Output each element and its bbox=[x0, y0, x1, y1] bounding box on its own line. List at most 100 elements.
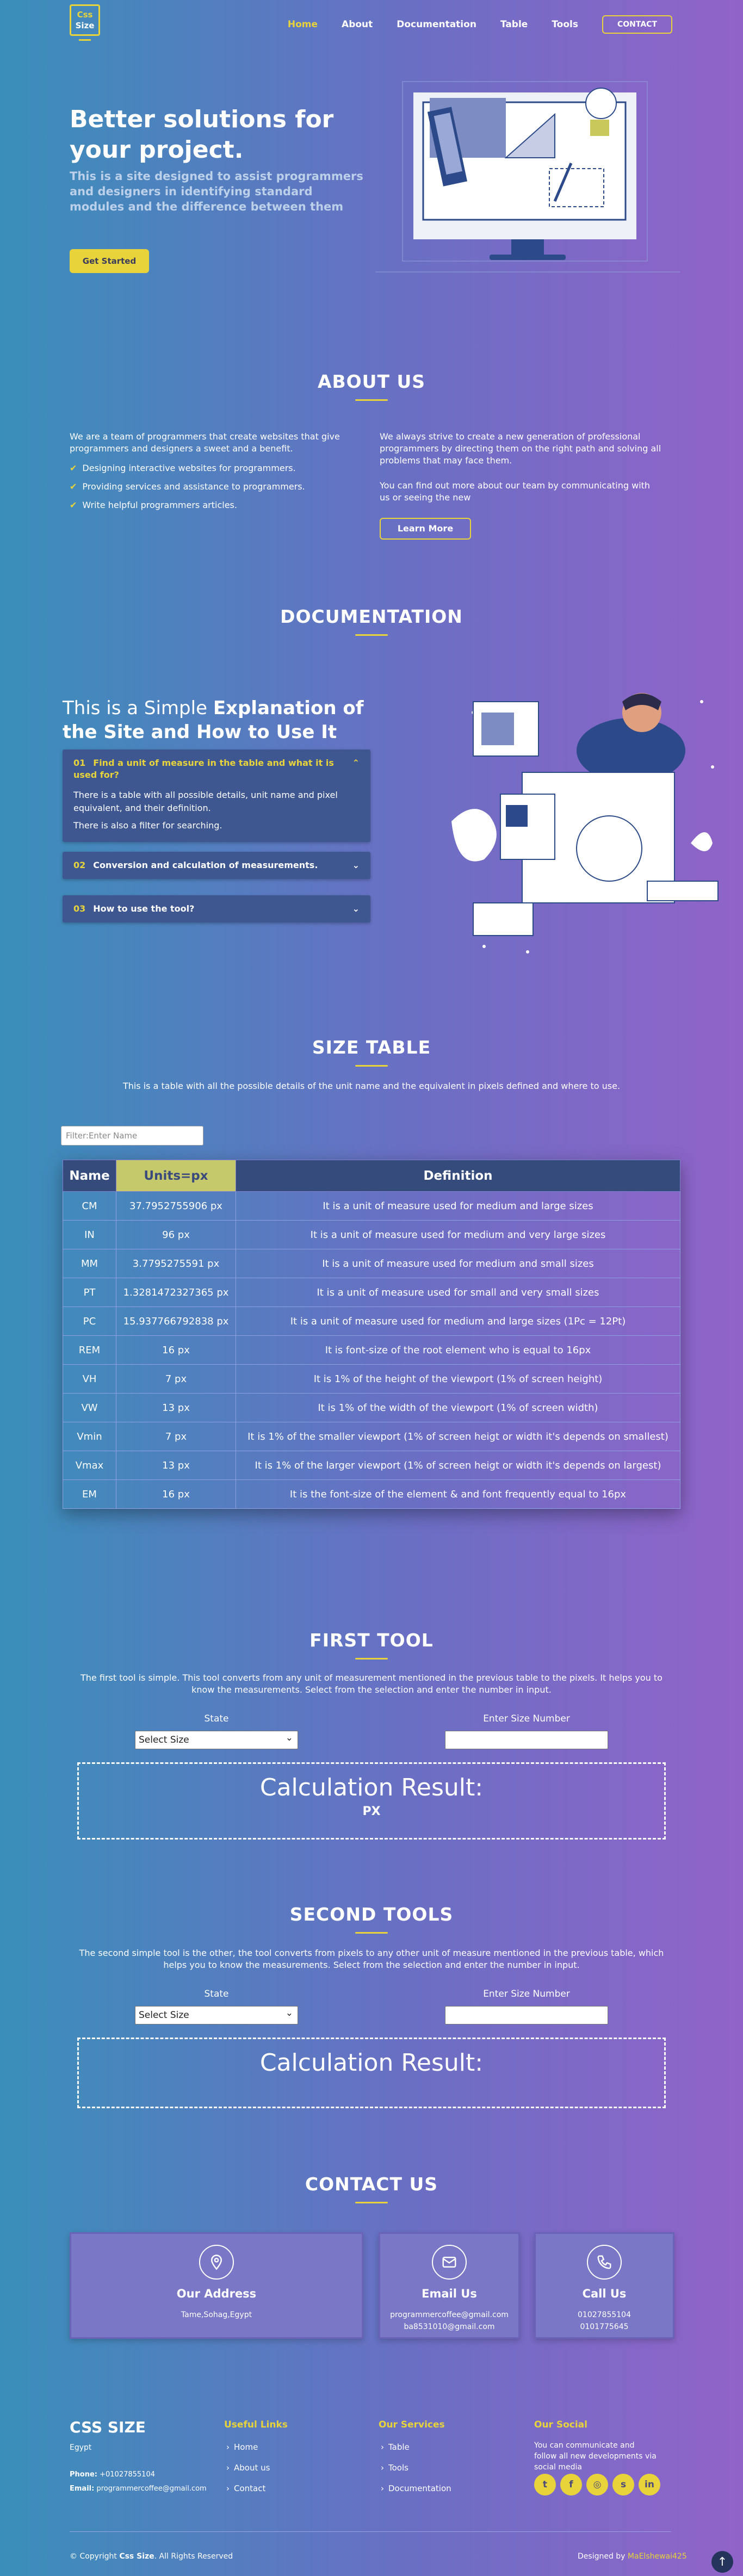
twitter-icon[interactable]: t bbox=[534, 2474, 556, 2496]
services-title: Our Services bbox=[379, 2419, 445, 2430]
table-row: MM 3.7795275591 px It is a unit of measure… bbox=[63, 1249, 680, 1278]
designer-link[interactable]: MaElshewai425 bbox=[628, 2552, 687, 2561]
cell-units: 37.7952755906 px bbox=[116, 1191, 236, 1221]
cell-units: 15.937766792838 px bbox=[116, 1306, 236, 1336]
arrow-up-icon: ↑ bbox=[717, 2555, 728, 2569]
accordion-header[interactable]: 03 How to use the tool? ⌄ bbox=[63, 895, 370, 922]
table-row: PT 1.3281472327365 px It is a unit of meas… bbox=[63, 1278, 680, 1307]
about-title-underline bbox=[355, 399, 388, 401]
phone-1[interactable]: 01027855104 bbox=[536, 2309, 673, 2321]
col-name: Name bbox=[63, 1160, 116, 1192]
cell-name: Vmin bbox=[63, 1422, 116, 1451]
table-row: Vmin 7 px It is 1% of the smaller viewport… bbox=[63, 1422, 680, 1451]
docs-title-underline bbox=[355, 634, 388, 636]
footer-link-documentation[interactable]: Documentation bbox=[381, 2478, 451, 2499]
get-started-button[interactable]: Get Started bbox=[70, 249, 149, 273]
tool1-result-box: Calculation Result: PX bbox=[77, 1762, 666, 1840]
facebook-icon[interactable]: f bbox=[560, 2474, 582, 2496]
nav-about[interactable]: About bbox=[342, 19, 373, 30]
table-row: VW 13 px It is 1% of the width of the view… bbox=[63, 1393, 680, 1422]
learn-more-button[interactable]: Learn More bbox=[380, 518, 471, 540]
about-title: ABOUT US bbox=[317, 371, 426, 392]
contact-title-underline bbox=[355, 2202, 388, 2203]
linkedin-icon[interactable]: in bbox=[639, 2474, 660, 2496]
tool1-size-input[interactable] bbox=[445, 1731, 608, 1749]
accordion-body: There is a table with all possible detai… bbox=[73, 790, 338, 831]
services-links: Table Tools Documentation bbox=[381, 2437, 451, 2499]
site-logo[interactable]: Css Size bbox=[70, 4, 100, 41]
tool1-title-underline bbox=[355, 1658, 388, 1659]
table-row: EM 16 px It is the font-size of the elemen… bbox=[63, 1479, 680, 1509]
tool2-size-select[interactable]: Select Size bbox=[135, 2004, 298, 2024]
tool2-size-label: Enter Size Number bbox=[483, 1989, 570, 1999]
table-row: Vmax 13 px It is 1% of the larger viewport… bbox=[63, 1451, 680, 1480]
footer-link-contact[interactable]: Contact bbox=[226, 2478, 270, 2499]
footer-link-home[interactable]: Home bbox=[226, 2437, 270, 2457]
accordion-header[interactable]: 01 Find a unit of measure in the table an… bbox=[63, 750, 370, 789]
location-pin-icon bbox=[199, 2245, 234, 2280]
about-right-p1: We always strive to create a new generat… bbox=[380, 431, 661, 466]
tool1-size-label: Enter Size Number bbox=[483, 1713, 570, 1724]
filter-input[interactable]: Filter:Enter Name bbox=[61, 1126, 203, 1145]
nav-tools[interactable]: Tools bbox=[552, 19, 578, 30]
hero-subtitle: This is a site designed to assist progra… bbox=[70, 170, 363, 213]
table-row: REM 16 px It is font-size of the root elem… bbox=[63, 1335, 680, 1365]
accordion-item-2[interactable]: 02 Conversion and calculation of measurem… bbox=[63, 852, 370, 879]
tool2-result-box: Calculation Result: bbox=[77, 2038, 666, 2108]
back-to-top-button[interactable]: ↑ bbox=[711, 2551, 733, 2573]
call-heading: Call Us bbox=[582, 2287, 627, 2300]
tool1-state-label: State bbox=[204, 1713, 229, 1724]
tool1-size-select[interactable]: Select Size bbox=[135, 1729, 298, 1749]
about-intro: We are a team of programmers that create… bbox=[70, 431, 340, 454]
table-row: VH 7 px It is 1% of the height of the view… bbox=[63, 1364, 680, 1394]
designed-by: Designed by MaElshewai425 bbox=[578, 2552, 687, 2561]
cell-name: PC bbox=[63, 1306, 116, 1336]
cell-definition: It is 1% of the larger viewport (1% of s… bbox=[236, 1451, 680, 1480]
tool2-size-input[interactable] bbox=[445, 2006, 608, 2024]
accordion-item-3[interactable]: 03 How to use the tool? ⌄ bbox=[63, 895, 370, 922]
cell-name: REM bbox=[63, 1335, 116, 1365]
check-icon: ✔ bbox=[70, 463, 77, 473]
table-title-underline bbox=[355, 1065, 388, 1067]
hero-title: Better solutions for your project. bbox=[70, 106, 334, 164]
tool1-result-value: PX bbox=[362, 1805, 381, 1818]
cell-definition: It is font-size of the root element who … bbox=[236, 1335, 680, 1365]
cell-units: 16 px bbox=[116, 1479, 236, 1509]
email-1[interactable]: programmercoffee@gmail.com bbox=[380, 2309, 518, 2321]
email-2[interactable]: ba8531010@gmail.com bbox=[380, 2321, 518, 2333]
skype-icon[interactable]: s bbox=[612, 2474, 634, 2496]
contact-button[interactable]: CONTACT bbox=[602, 15, 672, 34]
cell-name: EM bbox=[63, 1479, 116, 1509]
cell-units: 13 px bbox=[116, 1393, 236, 1422]
chevron-down-icon: ⌄ bbox=[352, 860, 360, 870]
address-heading: Our Address bbox=[176, 2287, 257, 2300]
accordion-header[interactable]: 02 Conversion and calculation of measurem… bbox=[63, 852, 370, 879]
cell-definition: It is a unit of measure used for medium … bbox=[236, 1306, 680, 1336]
cell-units: 1.3281472327365 px bbox=[116, 1278, 236, 1307]
tool2-title-underline bbox=[355, 1932, 388, 1934]
accordion-item-1[interactable]: 01 Find a unit of measure in the table an… bbox=[63, 750, 370, 842]
useful-links: Home About us Contact bbox=[226, 2437, 270, 2499]
footer-link-about[interactable]: About us bbox=[226, 2457, 270, 2478]
call-card: Call Us 01027855104 0101775645 bbox=[534, 2232, 674, 2339]
nav-home[interactable]: Home bbox=[288, 19, 318, 30]
footer-link-table[interactable]: Table bbox=[381, 2437, 451, 2457]
footer-email: Email: programmercoffee@gmail.com bbox=[70, 2485, 207, 2493]
cell-definition: It is a unit of measure used for small a… bbox=[236, 1278, 680, 1307]
about-points: ✔ Designing interactive websites for prog… bbox=[70, 459, 352, 515]
docs-title: DOCUMENTATION bbox=[280, 606, 463, 627]
table-row: IN 96 px It is a unit of measure used for … bbox=[63, 1220, 680, 1249]
email-heading: Email Us bbox=[422, 2287, 477, 2300]
cell-name: PT bbox=[63, 1278, 116, 1307]
table-desc: This is a table with all the possible de… bbox=[122, 1081, 621, 1091]
instagram-icon[interactable]: ◎ bbox=[586, 2474, 608, 2496]
nav-documentation[interactable]: Documentation bbox=[397, 19, 476, 30]
footer-link-tools[interactable]: Tools bbox=[381, 2457, 451, 2478]
tool1-title: FIRST TOOL bbox=[309, 1630, 434, 1651]
col-definition: Definition bbox=[236, 1160, 680, 1192]
nav-table[interactable]: Table bbox=[500, 19, 528, 30]
col-units: Units=px bbox=[116, 1160, 236, 1192]
phone-2[interactable]: 0101775645 bbox=[536, 2321, 673, 2333]
check-icon: ✔ bbox=[70, 481, 77, 492]
cell-units: 3.7795275591 px bbox=[116, 1249, 236, 1278]
